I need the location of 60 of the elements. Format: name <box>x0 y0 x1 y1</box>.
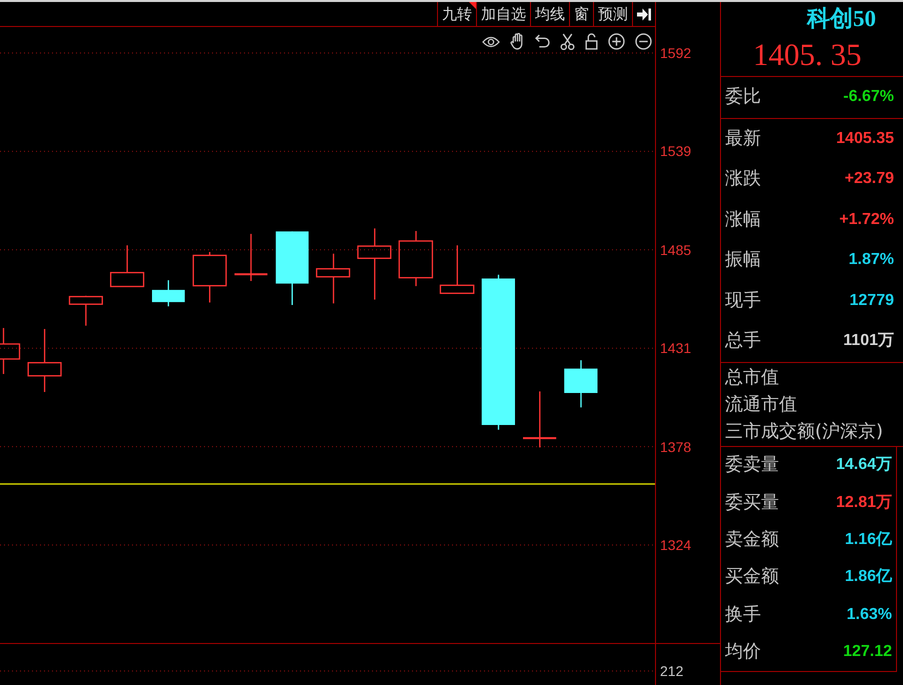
field-value: 1.87% <box>848 250 894 270</box>
hand-icon[interactable] <box>510 33 525 50</box>
candlestick <box>152 280 185 306</box>
volume-axis-label: 212 <box>659 663 684 679</box>
field-label: 总手 <box>725 330 761 352</box>
field-value: 1.86亿 <box>844 567 892 588</box>
field-label: 现手 <box>725 290 761 312</box>
field-value: -6.67% <box>843 87 894 108</box>
field-value: 12.81万 <box>836 492 892 513</box>
field-value: 14.64万 <box>836 455 892 476</box>
field-label: 总市值 <box>725 367 779 389</box>
axis-label: 1324 <box>659 536 692 553</box>
field-label: 委比 <box>725 86 761 108</box>
field-value: 1101万 <box>843 331 894 352</box>
field-value: 127.12 <box>843 642 892 662</box>
field-value: 12779 <box>850 290 894 311</box>
candlestick <box>564 360 598 408</box>
candlestick <box>523 391 556 448</box>
field-label: 均价 <box>725 641 761 664</box>
field-label: 委卖量 <box>725 454 779 476</box>
arrow-bar-icon <box>637 8 651 20</box>
undo-icon[interactable] <box>535 34 550 49</box>
last-price: 1405. 35 <box>752 38 862 72</box>
toolbar-button[interactable]: 九转 <box>437 2 476 26</box>
candlestick <box>192 252 227 302</box>
candlestick <box>0 328 20 374</box>
field-label: 振幅 <box>725 249 761 272</box>
candlestick <box>316 254 350 304</box>
candlestick <box>357 228 392 300</box>
candlestick <box>110 245 144 288</box>
field-value: 1.63% <box>846 604 892 625</box>
padlock-icon[interactable] <box>585 33 598 50</box>
candlestick <box>398 231 434 286</box>
minus-circle-icon[interactable] <box>635 33 652 50</box>
field-value: 1405.35 <box>836 128 894 149</box>
field-value: +1.72% <box>839 210 894 230</box>
index-name: 科创50 <box>806 6 876 32</box>
axis-label: 1539 <box>659 143 692 160</box>
field-label: 最新 <box>725 128 761 150</box>
field-label: 换手 <box>725 604 761 626</box>
field-value: +23.79 <box>844 169 894 190</box>
field-label: 卖金额 <box>725 528 779 551</box>
candlestick <box>440 245 474 294</box>
field-label: 委买量 <box>725 492 779 514</box>
axis-label: 1485 <box>659 242 692 258</box>
eye-icon[interactable] <box>482 36 500 48</box>
plus-circle-icon[interactable] <box>608 33 625 50</box>
field-label: 买金额 <box>725 566 779 588</box>
axis-label: 1431 <box>659 340 692 356</box>
candlestick <box>68 296 103 326</box>
scissors-icon[interactable] <box>560 33 575 50</box>
axis-label: 1378 <box>659 438 692 455</box>
candlestick <box>28 329 62 392</box>
field-label: 三市成交额(沪深京) <box>725 421 884 443</box>
candlestick <box>234 234 268 281</box>
axis-label: 1592 <box>659 45 692 61</box>
field-label: 涨幅 <box>725 208 761 231</box>
field-label: 流通市值 <box>725 394 797 416</box>
field-label: 涨跌 <box>725 168 761 190</box>
field-value: 1.16亿 <box>844 530 892 550</box>
